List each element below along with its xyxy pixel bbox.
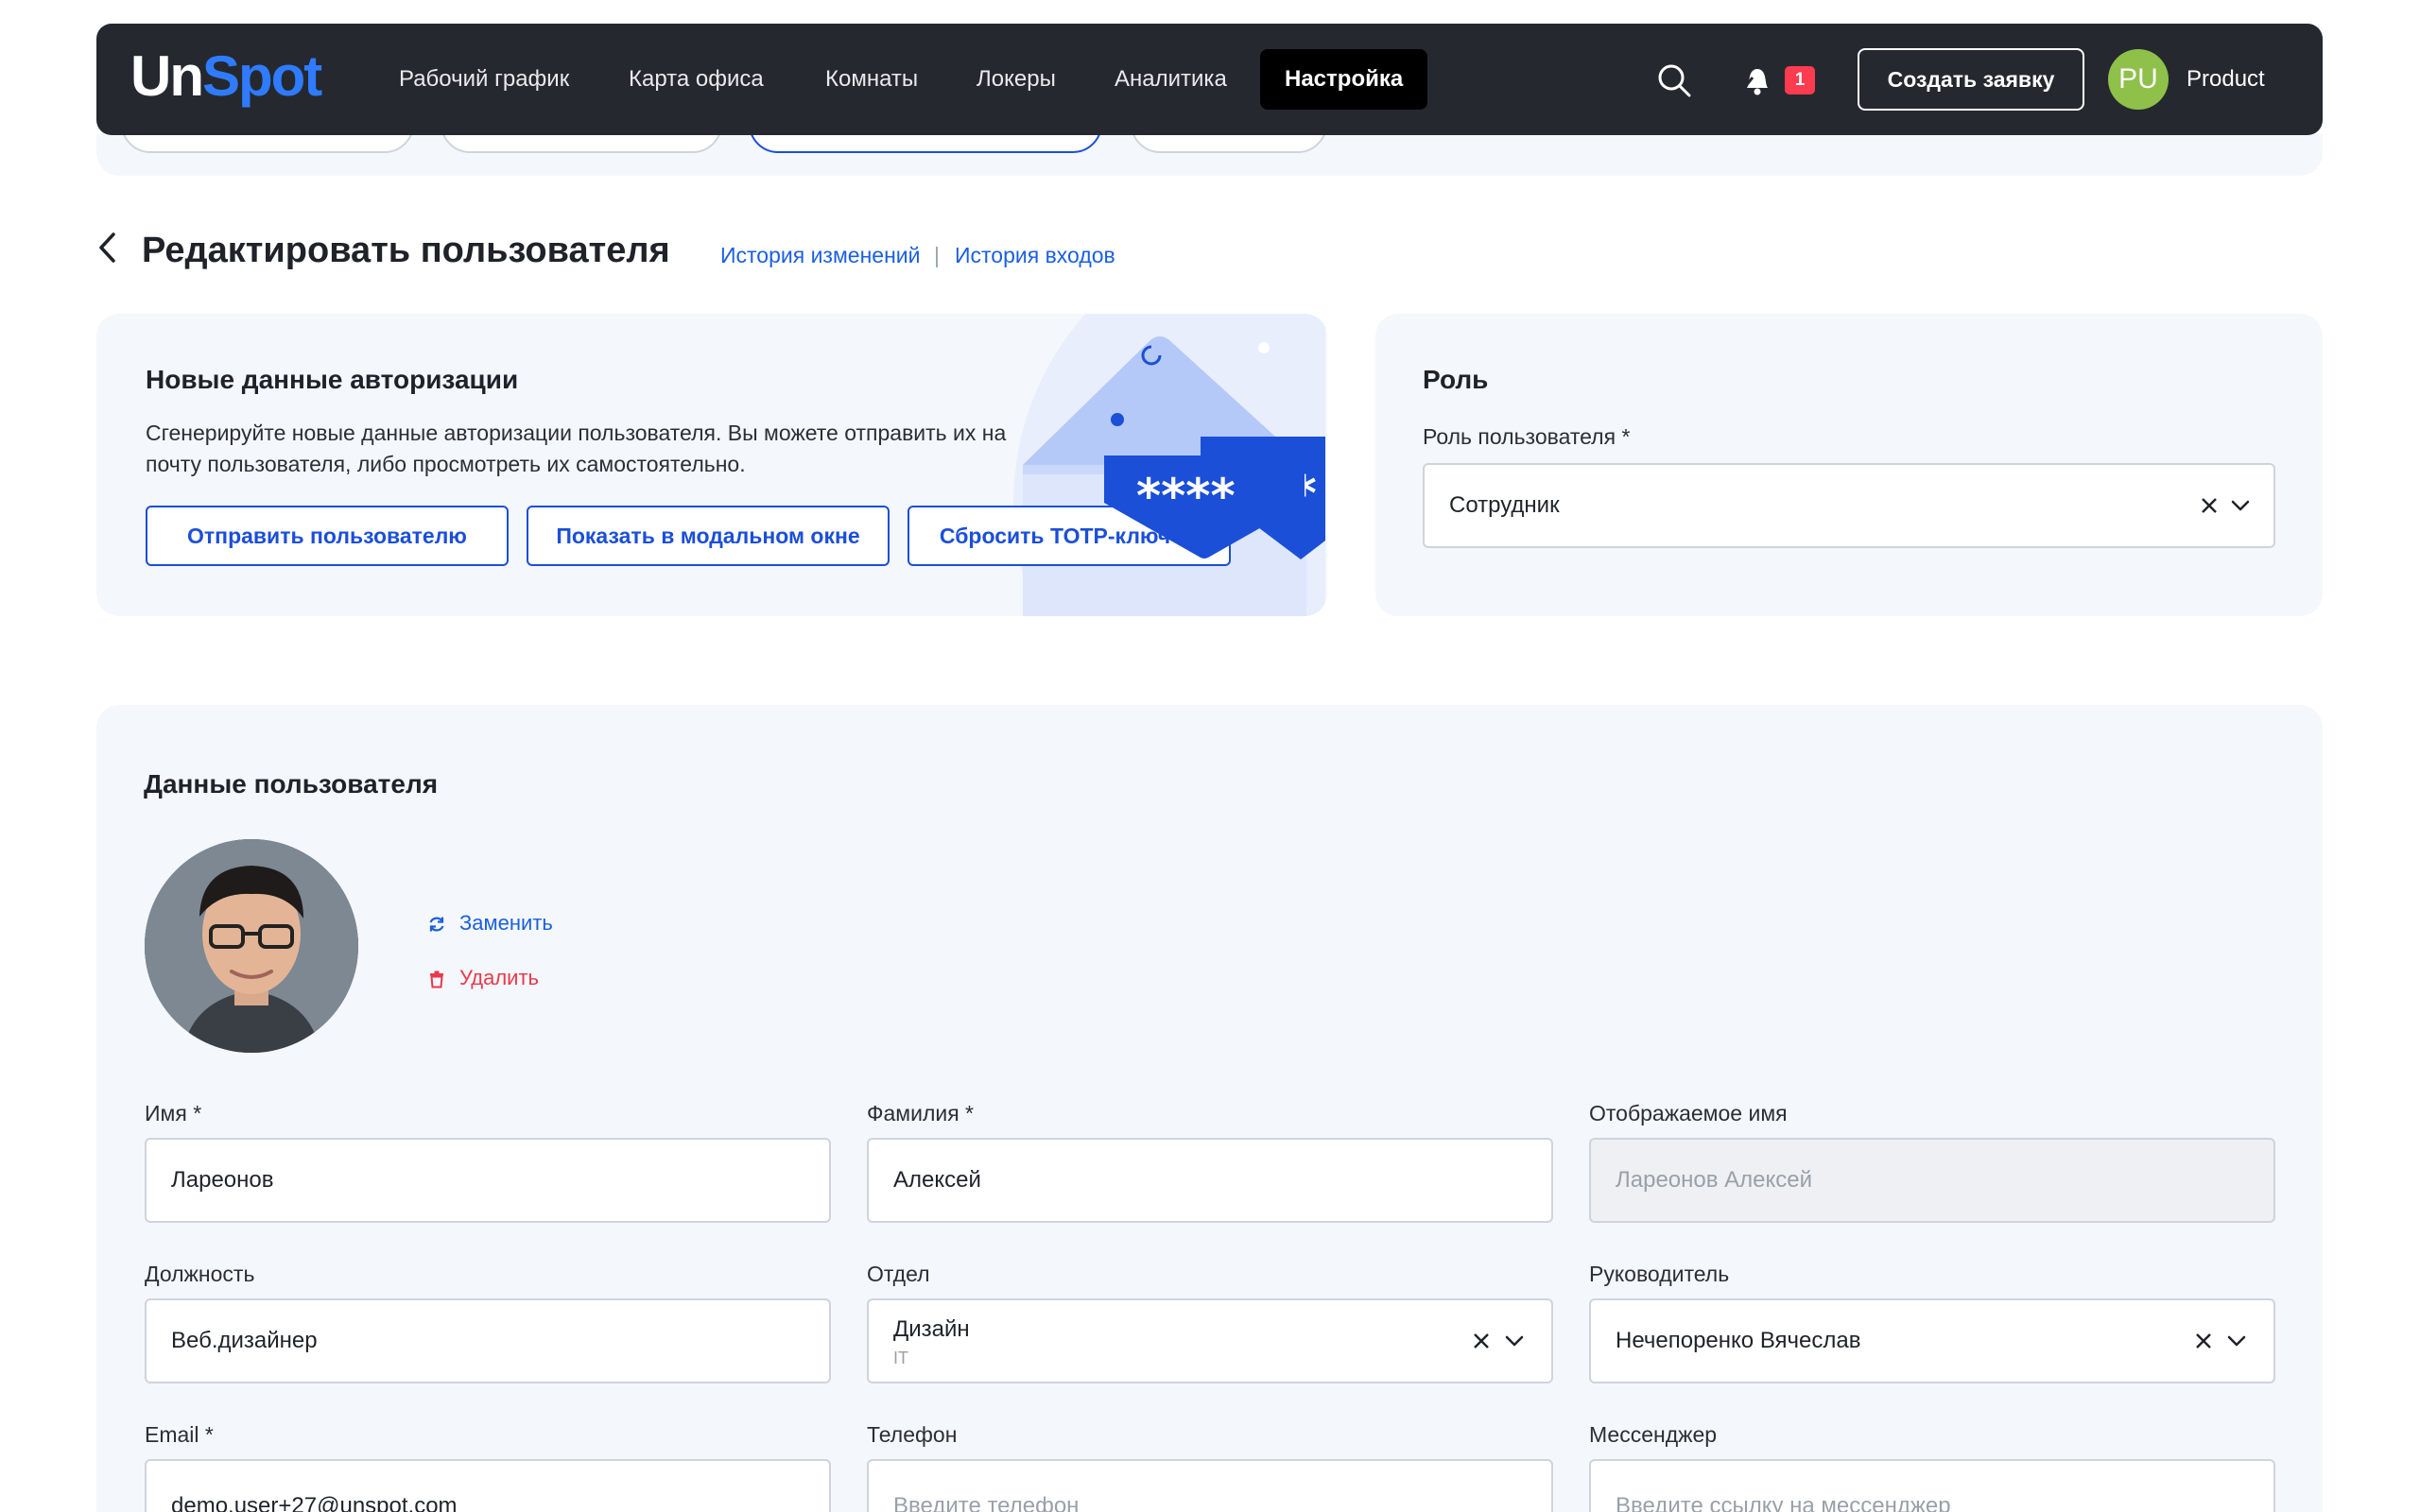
last-name-value: Алексей bbox=[893, 1167, 981, 1193]
user-data-card: Данные пользователя bbox=[96, 705, 2323, 1512]
auth-card-title: Новые данные авторизации bbox=[146, 365, 519, 394]
display-name-input: Лареонов Алексей bbox=[1589, 1138, 2275, 1223]
role-select[interactable]: Сотрудник bbox=[1423, 463, 2275, 548]
clear-icon[interactable] bbox=[2194, 1332, 2213, 1350]
display-name-label: Отображаемое имя bbox=[1589, 1101, 1788, 1125]
messenger-input[interactable]: Введите ссылку на мессенджер bbox=[1589, 1459, 2275, 1512]
back-arrow-icon[interactable] bbox=[95, 231, 121, 265]
clear-icon[interactable] bbox=[2200, 496, 2219, 515]
nav-item-work-schedule[interactable]: Рабочий график bbox=[399, 49, 569, 110]
first-name-label: Имя * bbox=[145, 1101, 202, 1125]
nav-item-analytics[interactable]: Аналитика bbox=[1115, 49, 1227, 110]
nav-item-lockers[interactable]: Локеры bbox=[977, 49, 1056, 110]
email-field[interactable]: demo.user+27@unspot.com bbox=[145, 1459, 831, 1512]
role-select-value: Сотрудник bbox=[1449, 492, 1560, 518]
role-field-label: Роль пользователя * bbox=[1423, 424, 1631, 449]
create-request-button[interactable]: Создать заявку bbox=[1858, 48, 2084, 111]
show-in-modal-button[interactable]: Показать в модальном окне bbox=[527, 506, 890, 566]
phone-placeholder: Введите телефон bbox=[893, 1493, 1080, 1512]
department-select[interactable]: Дизайн IT bbox=[867, 1298, 1553, 1383]
messenger-label: Мессенджер bbox=[1589, 1422, 1718, 1447]
last-name-label: Фамилия * bbox=[867, 1101, 975, 1125]
phone-input[interactable]: Введите телефон bbox=[867, 1459, 1553, 1512]
notification-badge: 1 bbox=[1785, 66, 1815, 94]
link-separator: | bbox=[934, 243, 940, 267]
position-value: Веб.дизайнер bbox=[171, 1328, 318, 1353]
role-card: Роль Роль пользователя * Сотрудник bbox=[1375, 314, 2323, 616]
display-name-value: Лареонов Алексей bbox=[1616, 1167, 1813, 1193]
messenger-placeholder: Введите ссылку на мессенджер bbox=[1616, 1493, 1951, 1512]
manager-label: Руководитель bbox=[1589, 1262, 1730, 1286]
envelope-shield-icon: **** bbox=[1104, 455, 1305, 558]
first-name-value: Лареонов bbox=[171, 1167, 274, 1193]
bell-icon[interactable] bbox=[1741, 64, 1773, 96]
department-sub: IT bbox=[893, 1349, 908, 1367]
role-card-title: Роль bbox=[1423, 365, 1489, 394]
nav-item-rooms[interactable]: Комнаты bbox=[825, 49, 918, 110]
chevron-down-icon[interactable] bbox=[2230, 497, 2251, 514]
chevron-down-icon[interactable] bbox=[1504, 1332, 1525, 1349]
unspot-logo[interactable]: UnSpot bbox=[130, 43, 322, 110]
email-label: Email * bbox=[145, 1422, 214, 1447]
user-data-title: Данные пользователя bbox=[144, 769, 439, 799]
login-history-link[interactable]: История входов bbox=[955, 240, 1115, 270]
department-label: Отдел bbox=[867, 1262, 930, 1286]
svg-text:****: **** bbox=[1136, 469, 1236, 524]
auth-card-description: Сгенерируйте новые данные авторизации по… bbox=[146, 421, 1007, 476]
manager-select[interactable]: Нечепоренко Вячеслав bbox=[1589, 1298, 2275, 1383]
last-name-input[interactable]: Алексей bbox=[867, 1138, 1553, 1223]
email-value: demo.user+27@unspot.com bbox=[171, 1493, 458, 1512]
send-to-user-button[interactable]: Отправить пользователю bbox=[146, 506, 509, 566]
user-avatar[interactable]: PU bbox=[2108, 49, 2169, 110]
position-input[interactable]: Веб.дизайнер bbox=[145, 1298, 831, 1383]
clear-icon[interactable] bbox=[1472, 1332, 1491, 1350]
first-name-input[interactable]: Лареонов bbox=[145, 1138, 831, 1223]
user-photo bbox=[145, 839, 358, 1053]
nav-item-office-map[interactable]: Карта офиса bbox=[629, 49, 764, 110]
phone-label: Телефон bbox=[867, 1422, 958, 1447]
refresh-icon bbox=[429, 917, 444, 932]
change-history-link[interactable]: История изменений bbox=[720, 240, 920, 270]
search-icon[interactable] bbox=[1656, 62, 1692, 98]
user-name[interactable]: Product bbox=[2187, 62, 2265, 96]
nav-item-settings[interactable]: Настройка bbox=[1260, 49, 1428, 110]
page-title: Редактировать пользователя bbox=[142, 231, 670, 270]
department-value: Дизайн bbox=[893, 1316, 970, 1342]
trash-icon bbox=[430, 971, 443, 988]
chevron-down-icon[interactable] bbox=[2226, 1332, 2247, 1349]
user-photo-image bbox=[145, 839, 358, 1053]
manager-value: Нечепоренко Вячеслав bbox=[1616, 1328, 1861, 1353]
position-label: Должность bbox=[145, 1262, 255, 1286]
